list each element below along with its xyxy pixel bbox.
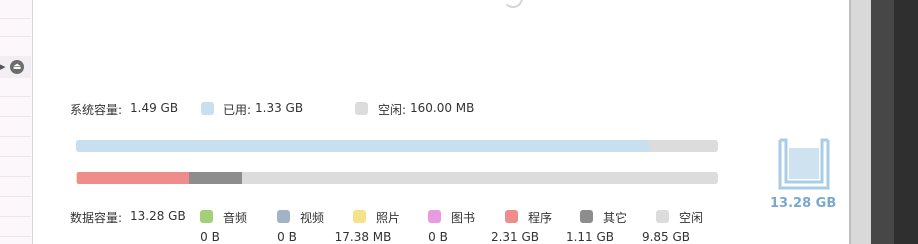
sidebar-divider xyxy=(0,116,31,117)
category-value: 0 B xyxy=(200,230,220,244)
system-capacity-bar xyxy=(76,140,718,152)
category-label: 视频 xyxy=(300,211,325,225)
category-label: 照片 xyxy=(376,211,401,225)
category-label: 图书 xyxy=(451,211,476,225)
expand-arrow-icon[interactable]: ▸ xyxy=(0,60,6,73)
system-capacity-value: 1.49 GB xyxy=(130,101,179,115)
sidebar-divider xyxy=(0,196,31,197)
category-label: 空闲 xyxy=(679,211,704,225)
storage-panel: 系统容量: 1.49 GB 已用: 1.33 GB 空闲: 160.00 MB … xyxy=(33,0,849,244)
sidebar-divider xyxy=(0,18,31,19)
system-used-fill xyxy=(76,140,649,152)
data-total-label: 13.28 GB xyxy=(770,196,837,211)
system-capacity-label: 系统容量: xyxy=(70,103,123,117)
window-edge xyxy=(849,0,918,244)
category-value: 2.31 GB xyxy=(490,230,540,244)
sidebar-divider xyxy=(0,176,31,177)
used-label: 已用: xyxy=(223,103,252,117)
category-label: 音频 xyxy=(223,211,248,225)
category-label: 其它 xyxy=(603,211,628,225)
used-value: 1.33 GB xyxy=(255,101,304,115)
free-value: 160.00 MB xyxy=(410,101,475,115)
category-swatch xyxy=(200,210,213,223)
free-label: 空闲: xyxy=(378,103,407,117)
category-value: 17.38 MB xyxy=(334,230,392,244)
category-value: 9.85 GB xyxy=(641,230,691,244)
category-swatch xyxy=(505,210,518,223)
sidebar-divider xyxy=(0,136,31,137)
device-sidebar: ▸ ⏏ xyxy=(0,0,33,244)
category-value: 0 B xyxy=(277,230,297,244)
category-label: 程序 xyxy=(528,211,553,225)
category-swatch xyxy=(353,210,366,223)
sidebar-divider xyxy=(0,96,31,97)
sidebar-divider xyxy=(0,216,31,217)
category-swatch xyxy=(277,210,290,223)
category-swatch xyxy=(580,210,593,223)
sidebar-divider xyxy=(0,36,31,37)
data-segment-4 xyxy=(76,172,189,184)
category-swatch xyxy=(428,210,441,223)
eject-icon[interactable]: ⏏ xyxy=(10,60,24,74)
category-swatch xyxy=(656,210,669,223)
sidebar-divider xyxy=(0,156,31,157)
category-value: 0 B xyxy=(428,230,448,244)
used-legend-swatch xyxy=(201,102,214,115)
data-segment-5 xyxy=(188,172,243,184)
loading-spinner-icon xyxy=(503,0,523,8)
data-capacity-value: 13.28 GB xyxy=(130,209,186,223)
sidebar-divider xyxy=(0,236,31,237)
data-capacity-label: 数据容量: xyxy=(70,211,123,225)
storage-cup-icon xyxy=(778,138,830,190)
free-legend-swatch xyxy=(355,102,368,115)
category-value: 1.11 GB xyxy=(565,230,615,244)
data-capacity-bar xyxy=(76,172,718,184)
